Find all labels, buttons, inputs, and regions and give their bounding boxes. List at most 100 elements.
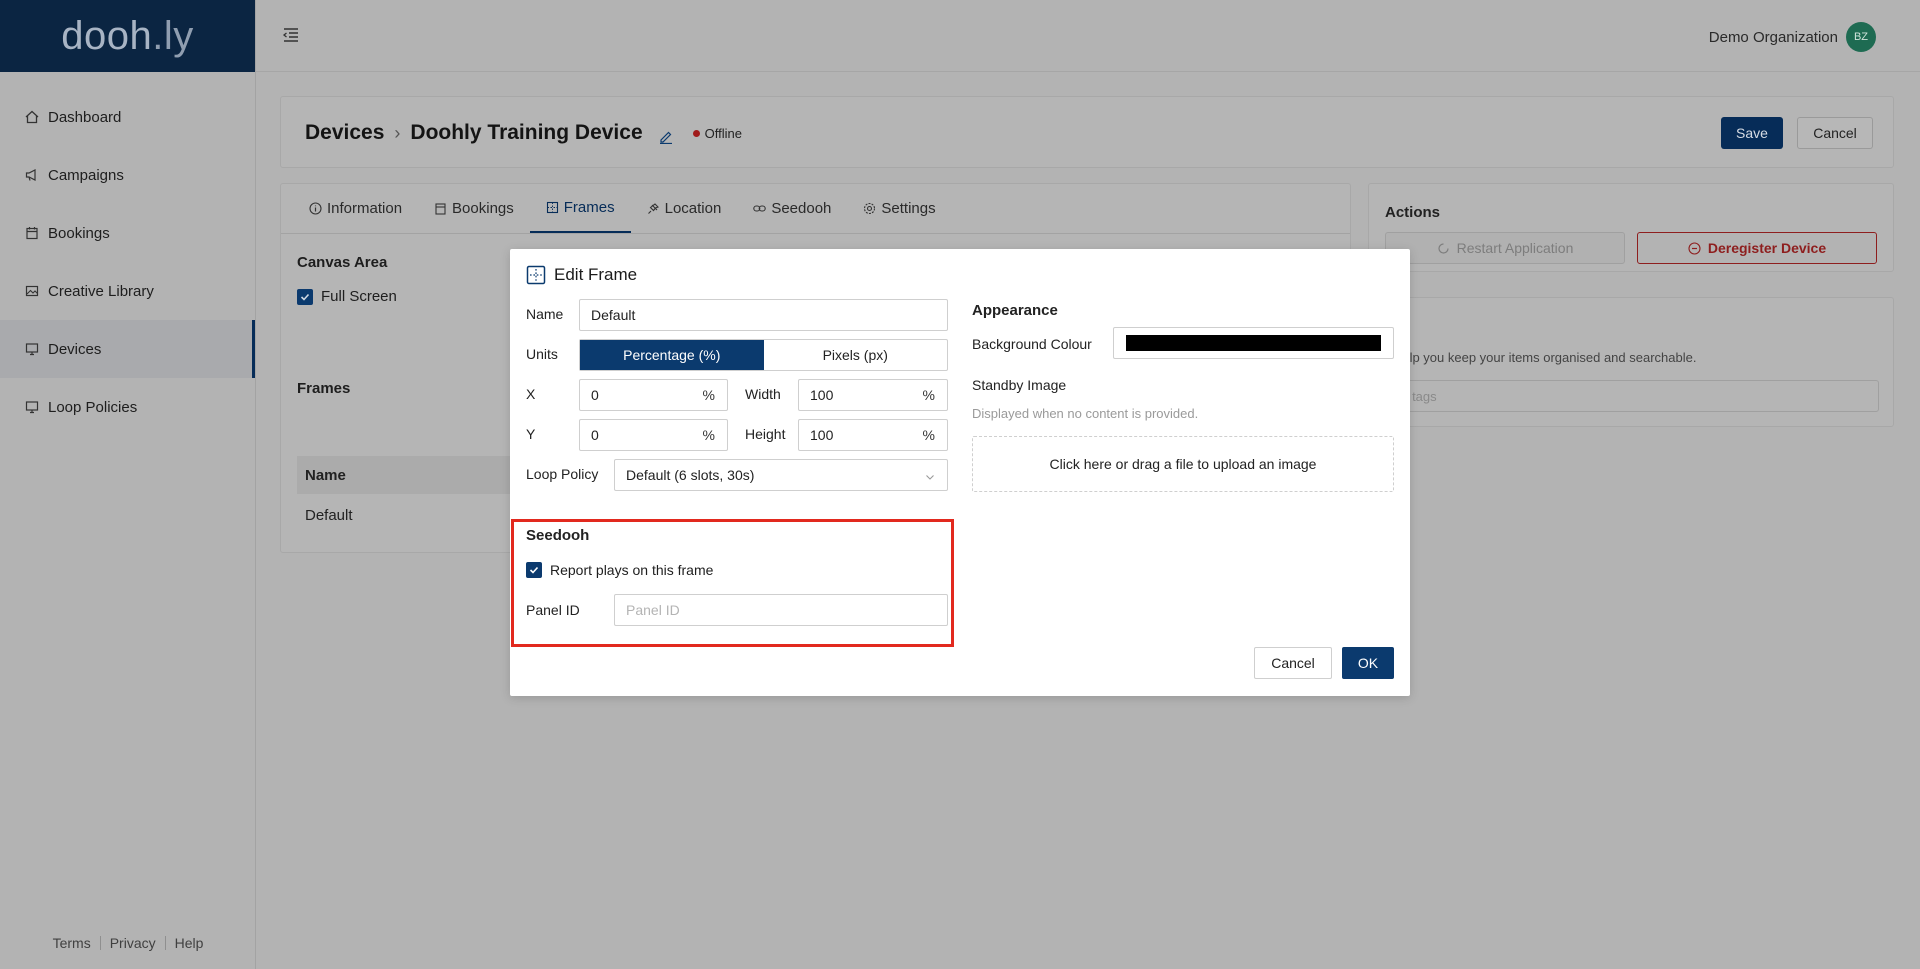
sidebar-item-label: Devices: [48, 340, 102, 358]
chevron-down-icon: [925, 469, 935, 480]
colour-swatch: [1126, 335, 1381, 351]
background-colour-picker[interactable]: [1113, 327, 1394, 359]
units-percentage-option[interactable]: Percentage (%): [580, 340, 764, 370]
tab-settings[interactable]: Settings: [847, 184, 951, 233]
calendar-icon: [24, 225, 40, 241]
tab-label: Seedooh: [771, 200, 832, 217]
status-dot: [692, 129, 700, 137]
units-segmented-control: Percentage (%) Pixels (px): [579, 339, 948, 371]
sidebar-item-dashboard[interactable]: Dashboard: [0, 88, 255, 146]
chevron-right-icon: ›: [394, 122, 401, 143]
x-label: X: [526, 386, 536, 402]
privacy-link[interactable]: Privacy: [110, 935, 156, 951]
actions-title: Actions: [1385, 204, 1441, 221]
tab-seedooh[interactable]: Seedooh: [737, 184, 847, 233]
frame-name-cell: Default: [305, 506, 353, 524]
sidebar-item-loop-policies[interactable]: Loop Policies: [0, 378, 255, 436]
save-button[interactable]: Save: [1721, 117, 1783, 149]
modal-ok-button[interactable]: OK: [1342, 647, 1394, 679]
sidebar-item-creative-library[interactable]: Creative Library: [0, 262, 255, 320]
report-plays-checkbox[interactable]: Report plays on this frame: [526, 562, 713, 578]
appearance-title: Appearance: [972, 302, 1058, 319]
refresh-icon: [1437, 242, 1450, 255]
tab-information[interactable]: Information: [293, 184, 418, 233]
canvas-area-title: Canvas Area: [297, 254, 388, 271]
home-icon: [24, 109, 40, 125]
width-input[interactable]: 100%: [798, 379, 948, 411]
loop-policy-select[interactable]: Default (6 slots, 30s): [614, 459, 948, 491]
link-icon: [753, 202, 767, 215]
modal-cancel-button[interactable]: Cancel: [1254, 647, 1332, 679]
monitor-icon: [24, 399, 40, 415]
sidebar-item-campaigns[interactable]: Campaigns: [0, 146, 255, 204]
frames-title: Frames: [297, 380, 351, 397]
name-value: Default: [591, 307, 636, 323]
actions-card: Actions Restart Application Deregister D…: [1368, 183, 1894, 272]
seedooh-section-title: Seedooh: [526, 527, 590, 544]
logo-main-text: dooh: [61, 13, 153, 58]
tab-frames[interactable]: Frames: [529, 184, 631, 233]
deregister-device-button[interactable]: Deregister Device: [1637, 232, 1877, 264]
background-colour-label: Background Colour: [972, 336, 1092, 352]
minus-circle-icon: [1688, 241, 1701, 255]
image-upload-dropzone[interactable]: Click here or drag a file to upload an i…: [972, 436, 1394, 492]
restart-label: Restart Application: [1456, 240, 1574, 256]
checkbox-checked-icon[interactable]: [526, 562, 542, 578]
calendar-icon: [434, 202, 447, 215]
sidebar-item-label: Loop Policies: [48, 398, 138, 416]
info-icon: [309, 202, 322, 215]
org-switcher[interactable]: Demo Organization BZ: [1709, 22, 1876, 52]
tags-subtitle: s help you keep your items organised and…: [1385, 350, 1697, 365]
logo-suffix-text: .ly: [152, 13, 194, 58]
sidebar-item-bookings[interactable]: Bookings: [0, 204, 255, 262]
tags-card: s s help you keep your items organised a…: [1368, 297, 1894, 427]
height-input[interactable]: 100%: [798, 419, 948, 451]
pin-icon: [647, 202, 660, 215]
edit-frame-modal: Edit Frame Name Default Units Percentage…: [510, 249, 1410, 696]
restart-application-button[interactable]: Restart Application: [1385, 232, 1625, 264]
cancel-button[interactable]: Cancel: [1797, 117, 1873, 149]
logo-bar: dooh.ly: [0, 0, 255, 72]
y-input[interactable]: 0%: [579, 419, 728, 451]
height-unit-suffix: %: [922, 427, 935, 443]
width-unit-suffix: %: [922, 387, 935, 403]
edit-icon[interactable]: [659, 126, 673, 145]
app-logo[interactable]: dooh.ly: [61, 14, 193, 59]
menu-toggle-icon[interactable]: [282, 26, 300, 44]
width-label: Width: [745, 386, 781, 402]
breadcrumb-devices[interactable]: Devices: [305, 121, 384, 145]
upload-label: Click here or drag a file to upload an i…: [1049, 456, 1317, 472]
units-pixels-option[interactable]: Pixels (px): [764, 340, 948, 370]
x-value: 0: [591, 387, 599, 403]
breadcrumb: Devices › Doohly Training Device Offline: [305, 121, 742, 145]
name-label: Name: [526, 306, 564, 322]
y-label: Y: [526, 426, 536, 442]
modal-title-text: Edit Frame: [554, 265, 638, 284]
divider: [164, 936, 166, 950]
full-screen-checkbox[interactable]: Full Screen: [297, 288, 397, 305]
top-bar: Demo Organization BZ: [256, 0, 1920, 72]
standby-image-hint: Displayed when no content is provided.: [972, 406, 1199, 421]
height-label: Height: [745, 426, 786, 442]
terms-link[interactable]: Terms: [53, 935, 91, 951]
sidebar-nav: Dashboard Campaigns Bookings Creative Li…: [0, 88, 255, 436]
device-header: Devices › Doohly Training Device Offline…: [280, 96, 1894, 168]
x-input[interactable]: 0%: [579, 379, 728, 411]
report-plays-label: Report plays on this frame: [550, 562, 714, 578]
sidebar-item-devices[interactable]: Devices: [0, 320, 255, 378]
modal-title: Edit Frame: [526, 265, 637, 285]
name-input[interactable]: Default: [579, 299, 948, 331]
checkbox-checked-icon[interactable]: [297, 288, 313, 305]
panel-id-input[interactable]: Panel ID: [614, 594, 948, 626]
help-link[interactable]: Help: [175, 935, 204, 951]
status-badge: Offline: [692, 126, 742, 141]
monitor-icon: [24, 341, 40, 357]
standby-image-label: Standby Image: [972, 377, 1067, 393]
tags-input[interactable]: dd tags: [1385, 380, 1879, 412]
y-unit-suffix: %: [702, 427, 715, 443]
avatar[interactable]: BZ: [1846, 22, 1876, 52]
panel-id-placeholder: Panel ID: [626, 602, 680, 618]
tab-bookings[interactable]: Bookings: [418, 184, 530, 233]
x-unit-suffix: %: [702, 387, 715, 403]
tab-location[interactable]: Location: [631, 184, 738, 233]
